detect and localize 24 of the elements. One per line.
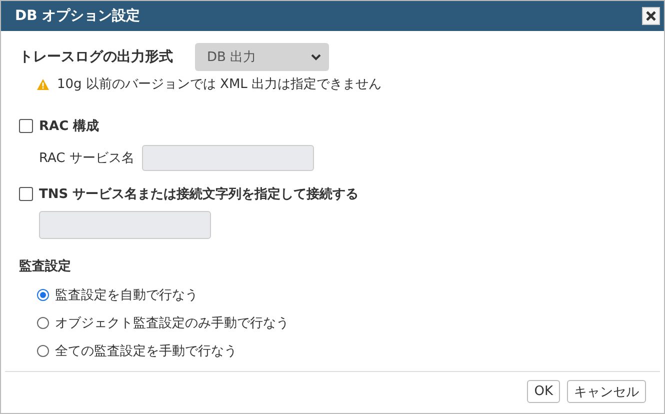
window-title: DB オプション設定 (15, 7, 140, 25)
radio-label: 監査設定を自動で行なう (55, 287, 198, 304)
radio-button[interactable] (37, 345, 49, 357)
audit-heading: 監査設定 (19, 258, 71, 275)
close-icon (646, 11, 656, 21)
warning-icon (37, 78, 49, 90)
tns-checkbox[interactable] (19, 187, 33, 201)
rac-label: RAC 構成 (39, 118, 100, 135)
rac-service-field[interactable] (142, 145, 314, 171)
trace-format-label: トレースログの出力形式 (19, 48, 173, 66)
format-select[interactable]: DB 出力 (195, 43, 329, 71)
rac-service-label: RAC サービス名 (39, 150, 134, 167)
radio-label: オブジェクト監査設定のみ手動で行なう (55, 315, 289, 332)
tns-field[interactable] (39, 211, 211, 239)
cancel-button[interactable]: キャンセル (567, 380, 646, 403)
chevron-icon (311, 54, 321, 60)
radio-button[interactable] (37, 289, 49, 301)
close-button[interactable] (642, 7, 660, 25)
radio-label: 全ての監査設定を手動で行なう (55, 343, 237, 360)
tns-label: TNS サービス名または接続文字列を指定して接続する (39, 186, 359, 203)
warning-text: 10g 以前のバージョンでは XML 出力は指定できません (57, 76, 382, 93)
ok-button[interactable]: OK (527, 380, 560, 403)
radio-button[interactable] (37, 317, 49, 329)
rac-checkbox[interactable] (19, 119, 33, 133)
